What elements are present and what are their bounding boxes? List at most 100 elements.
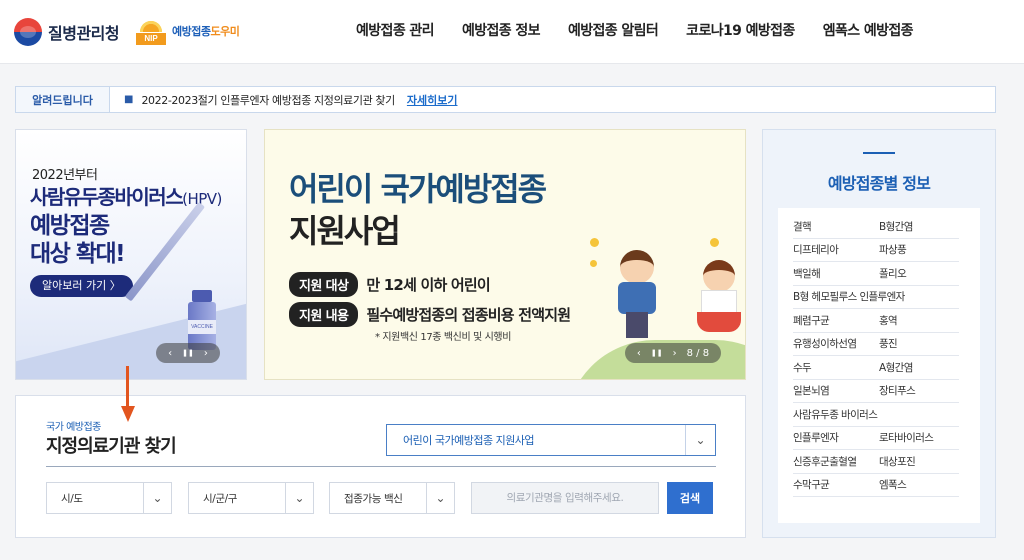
nip-logo-text-blue: 예방접종 <box>172 25 211 38</box>
hpv-learn-more-button[interactable]: 알아보러 가기 〉 <box>30 275 133 297</box>
chevron-down-icon[interactable]: ⌄ <box>426 483 454 513</box>
support-content-row: 지원 내용 필수예방접종의 접종비용 전액지원 <box>289 302 571 327</box>
main-banner-title-2: 지원사업 <box>289 212 401 250</box>
nip-sun-icon: NIP <box>136 16 166 46</box>
nip-logo[interactable]: NIP 예방접종도우미 <box>136 16 240 46</box>
vaccine-link[interactable]: A형간염 <box>879 356 959 380</box>
vaccine-select[interactable]: 접종가능 백신 ⌄ <box>329 482 455 514</box>
clinic-name-input[interactable] <box>471 482 659 514</box>
nip-mark-text: NIP <box>136 33 166 45</box>
nip-logo-text: 예방접종도우미 <box>172 23 240 39</box>
main-banner[interactable]: 어린이 국가예방접종 지원사업 지원 대상 만 12세 이하 어린이 지원 내용… <box>264 129 746 380</box>
vaccine-row: 백일해 폴리오 <box>793 262 965 286</box>
vaccine-link[interactable]: 신증후군출혈열 <box>793 450 879 474</box>
boy-illustration <box>610 250 666 340</box>
vaccine-link[interactable]: 일본뇌염 <box>793 380 879 403</box>
vaccine-link[interactable]: 장티푸스 <box>879 380 959 403</box>
nav-item-mpox-vaccination[interactable]: 엠폭스 예방접종 <box>823 20 914 40</box>
support-note: * 지원백신 17종 백신비 및 시행비 <box>375 332 512 343</box>
vaccine-link[interactable]: 풍진 <box>879 333 959 356</box>
nip-logo-text-orange: 도우미 <box>210 25 240 38</box>
pause-icon[interactable]: ❚❚ <box>651 349 663 357</box>
vaccine-link[interactable]: 로타바이러스 <box>879 427 959 450</box>
bullet-icon: ■ <box>124 94 134 105</box>
vaccine-row: 폐렴구균 홍역 <box>793 309 965 333</box>
title-accent-bar <box>863 152 895 154</box>
site-header: 질병관리청 NIP 예방접종도우미 예방접종 관리 예방접종 정보 예방접종 알… <box>0 0 1024 64</box>
program-select-value: 어린이 국가예방접종 지원사업 <box>403 434 535 447</box>
vaccine-row: B형 헤모필루스 인플루엔자 <box>793 286 965 309</box>
vaccine-link[interactable]: 유행성이하선염 <box>793 333 879 356</box>
chevron-down-icon[interactable]: ⌄ <box>285 483 313 513</box>
annotation-arrow-icon <box>121 366 135 424</box>
vaccine-row: 디프테리아 파상풍 <box>793 239 965 262</box>
vaccine-row: 인플루엔자 로타바이러스 <box>793 427 965 450</box>
finder-title: 지정의료기관 찾기 <box>46 436 177 457</box>
district-select[interactable]: 시/군/구 ⌄ <box>188 482 314 514</box>
main-nav: 예방접종 관리 예방접종 정보 예방접종 알림터 코로나19 예방접종 엠폭스 … <box>356 20 914 40</box>
slide-counter: 8 / 8 <box>686 347 710 359</box>
nav-item-vaccination-info[interactable]: 예방접종 정보 <box>462 20 541 40</box>
province-select-value: 시/도 <box>61 492 83 505</box>
girl-illustration <box>695 260 745 346</box>
vaccine-link[interactable]: 폐렴구균 <box>793 309 879 333</box>
taegeuk-icon <box>14 18 42 46</box>
hpv-headline-3: 대상 확대! <box>30 241 126 267</box>
notice-label: 알려드립니다 <box>16 87 110 112</box>
vaccine-link[interactable]: 결핵 <box>793 215 879 239</box>
support-target-value: 만 12세 이하 어린이 <box>366 276 490 294</box>
syringe-icon <box>124 201 206 302</box>
prev-icon[interactable]: ‹ <box>637 348 641 359</box>
support-content-value: 필수예방접종의 접종비용 전액지원 <box>366 306 571 324</box>
main-banner-title-1: 어린이 국가예방접종 <box>289 170 547 208</box>
vaccine-info-panel: 예방접종별 정보 결핵 B형간염 디프테리아 파상풍 백일해 폴리오 B형 헤모필루스 인플… <box>762 129 996 538</box>
notice-detail-link[interactable]: 자세히보기 <box>407 92 458 108</box>
vaccine-info-title: 예방접종별 정보 <box>827 174 931 193</box>
vaccine-link[interactable]: 사람유두종 바이러스 <box>793 403 959 427</box>
nav-item-covid19-vaccination[interactable]: 코로나19 예방접종 <box>686 20 795 40</box>
vaccine-link[interactable]: 수막구균 <box>793 474 879 497</box>
nav-item-vaccination-notice[interactable]: 예방접종 알림터 <box>568 20 659 40</box>
support-target-label: 지원 대상 <box>289 272 359 297</box>
prev-icon[interactable]: ‹ <box>168 348 172 359</box>
next-icon[interactable]: › <box>204 348 208 359</box>
vaccine-link[interactable]: B형간염 <box>879 215 959 239</box>
vaccine-row: 일본뇌염 장티푸스 <box>793 380 965 403</box>
province-select[interactable]: 시/도 ⌄ <box>46 482 172 514</box>
vaccine-link[interactable]: 파상풍 <box>879 239 959 262</box>
flower-icon <box>590 260 597 267</box>
notice-bar: 알려드립니다 ■ 2022-2023절기 인플루엔자 예방접종 지정의료기관 찾… <box>15 86 996 113</box>
divider <box>46 466 716 467</box>
support-target-row: 지원 대상 만 12세 이하 어린이 <box>289 272 491 297</box>
vaccine-link[interactable]: B형 헤모필루스 인플루엔자 <box>793 286 959 309</box>
district-select-value: 시/군/구 <box>203 492 238 505</box>
vaccine-link[interactable]: 수두 <box>793 356 879 380</box>
pause-icon[interactable]: ❚❚ <box>182 349 194 357</box>
vaccine-row: 사람유두종 바이러스 <box>793 403 965 427</box>
vaccine-link[interactable]: 홍역 <box>879 309 959 333</box>
search-button[interactable]: 검색 <box>667 482 713 514</box>
nav-item-vaccination-management[interactable]: 예방접종 관리 <box>356 20 435 40</box>
vaccine-row: 유행성이하선염 풍진 <box>793 333 965 356</box>
notice-text[interactable]: 2022-2023절기 인플루엔자 예방접종 지정의료기관 찾기 <box>141 92 395 108</box>
vaccine-link[interactable]: 인플루엔자 <box>793 427 879 450</box>
chevron-down-icon[interactable]: ⌄ <box>143 483 171 513</box>
flower-icon <box>710 238 719 247</box>
vaccine-link[interactable]: 엠폭스 <box>879 474 959 497</box>
finder-subtitle: 국가 예방접종 <box>46 422 101 433</box>
main-slider-controls: ‹ ❚❚ › 8 / 8 <box>625 343 721 363</box>
vaccine-row: 수두 A형간염 <box>793 356 965 380</box>
next-icon[interactable]: › <box>673 348 677 359</box>
vaccine-link[interactable]: 대상포진 <box>879 450 959 474</box>
chevron-down-icon[interactable]: ⌄ <box>685 425 715 455</box>
vaccine-link[interactable]: 백일해 <box>793 262 879 286</box>
vaccine-link[interactable]: 폴리오 <box>879 262 959 286</box>
hpv-banner[interactable]: 2022년부터 사람유두종바이러스(HPV) 예방접종 대상 확대! 알아보러 … <box>15 129 247 380</box>
vaccine-select-value: 접종가능 백신 <box>344 492 403 505</box>
program-select[interactable]: 어린이 국가예방접종 지원사업 ⌄ <box>386 424 716 456</box>
vaccine-row: 수막구균 엠폭스 <box>793 474 965 497</box>
kdca-logo-text: 질병관리청 <box>48 24 120 43</box>
hpv-slider-controls: ‹ ❚❚ › <box>156 343 220 363</box>
kdca-logo[interactable]: 질병관리청 <box>14 18 120 46</box>
vaccine-link[interactable]: 디프테리아 <box>793 239 879 262</box>
